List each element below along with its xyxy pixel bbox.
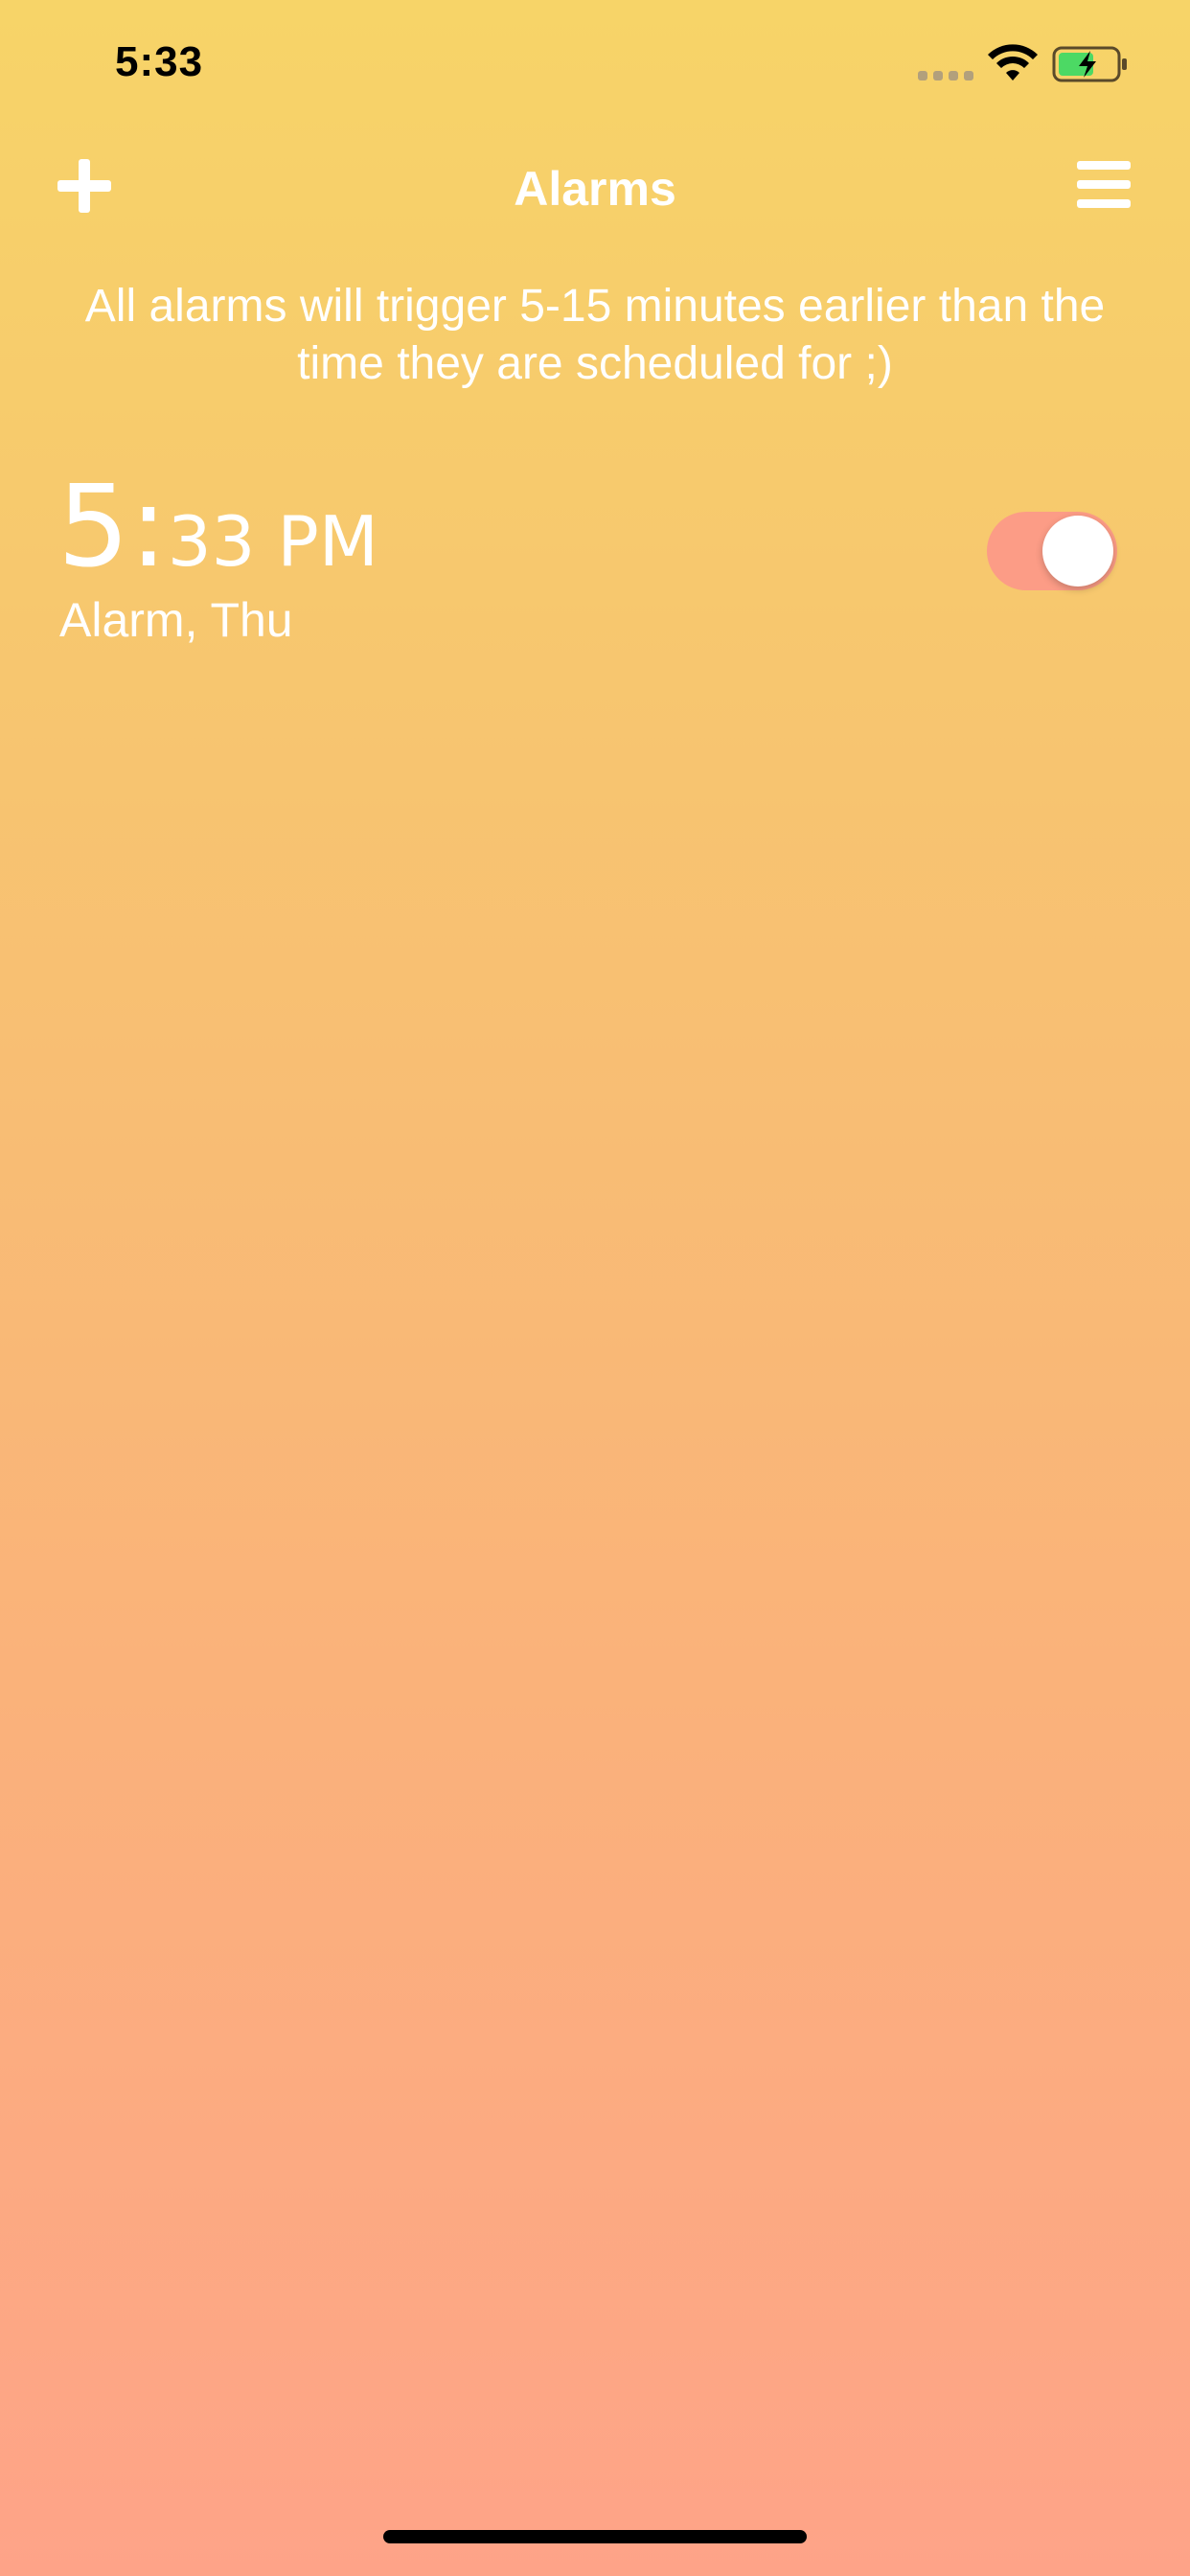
status-bar: 5:33: [0, 0, 1190, 126]
alarm-minute-period: 33 PM: [167, 501, 378, 582]
nav-bar: Alarms: [0, 144, 1190, 240]
status-time: 5:33: [115, 38, 204, 85]
alarm-hour: 5:: [57, 460, 168, 592]
alarm-notice-text: All alarms will trigger 5-15 minutes ear…: [84, 281, 1106, 389]
wifi-icon: [988, 44, 1038, 80]
page-title: Alarms: [514, 162, 676, 216]
toggle-knob: [1042, 516, 1113, 586]
alarm-time: 5:33 PM: [57, 460, 378, 592]
hamburger-menu-icon[interactable]: [1075, 159, 1133, 211]
battery-charging-icon: [1052, 46, 1127, 82]
alarm-row[interactable]: 5:33 PM Alarm, Thu: [0, 460, 1190, 652]
home-indicator[interactable]: [383, 2530, 807, 2543]
alarm-label: Alarm, Thu: [59, 593, 293, 647]
alarm-toggle[interactable]: [987, 512, 1117, 590]
signal-icon: [918, 71, 975, 82]
